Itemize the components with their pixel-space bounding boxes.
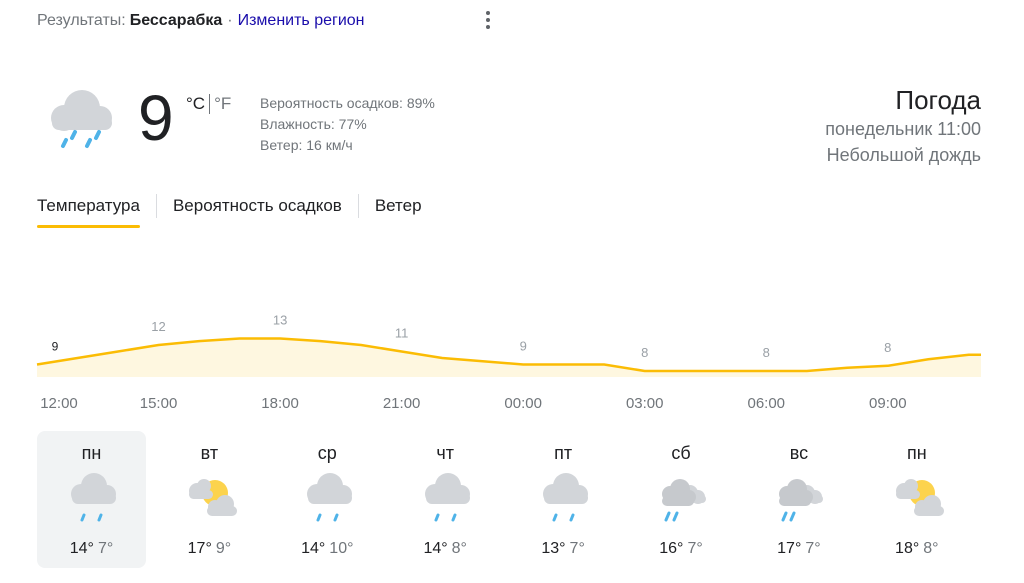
chart-data-label: 9 (520, 339, 527, 354)
results-line: Результаты: Бессарабка · Изменить регион (37, 12, 365, 30)
cloud-rain-icon (542, 473, 588, 522)
weather-details: Вероятность осадков: 89% Влажность: 77% … (260, 93, 435, 156)
hour-tick-label: 21:00 (382, 395, 421, 412)
day-high-temp: 17° (187, 540, 212, 557)
day-temps: 14° 8° (391, 539, 500, 559)
unit-divider (209, 94, 211, 114)
day-low-temp: 7° (569, 540, 585, 557)
day-card[interactable]: вс 17° 7° (744, 431, 853, 568)
clouds-rain-icon (661, 479, 706, 522)
hour-tick-label: 00:00 (504, 395, 542, 412)
day-high-temp: 13° (541, 540, 566, 557)
more-options-icon[interactable] (481, 8, 495, 32)
day-high-temp: 17° (777, 540, 802, 557)
cloud-rain-icon (51, 90, 112, 148)
day-card[interactable]: сб 16° 7° (627, 431, 736, 568)
day-high-temp: 14° (301, 540, 326, 557)
day-high-temp: 14° (69, 540, 94, 557)
day-name: пн (81, 443, 102, 463)
day-name: ср (317, 443, 337, 463)
cloud-rain-icon (424, 473, 470, 522)
results-label: Результаты: (37, 12, 126, 29)
day-card[interactable]: чт 14° 8° (391, 431, 500, 568)
day-high-temp: 16° (659, 540, 684, 557)
region-name: Бессарабка (129, 12, 223, 29)
weather-title: Погода (895, 85, 981, 115)
day-temps: 14° 7° (37, 539, 146, 559)
tab-wind[interactable]: Ветер (375, 196, 422, 228)
chart-data-label: 11 (395, 326, 409, 341)
day-temps: 13° 7° (509, 539, 618, 559)
sun-cloud-icon (188, 479, 237, 516)
day-name: вт (200, 443, 219, 463)
hour-tick-label: 06:00 (747, 395, 786, 412)
chart-data-label: 8 (884, 340, 891, 355)
day-high-temp: 18° (895, 540, 920, 557)
clouds-rain-icon (779, 479, 824, 522)
chart-data-label: 13 (273, 313, 287, 328)
change-region-link[interactable]: Изменить регион (238, 12, 365, 30)
day-card[interactable]: ср 14° 10° (273, 431, 382, 568)
chart-data-label: 9 (52, 340, 59, 354)
tab-precipitation[interactable]: Вероятность осадков (173, 196, 342, 228)
cloud-rain-icon (306, 473, 352, 522)
chart-data-label: 8 (641, 345, 648, 360)
unit-switch: °C °F (186, 94, 231, 114)
hour-tick-label: 12:00 (40, 395, 78, 412)
wind-text: Ветер: 16 км/ч (260, 137, 353, 153)
day-card[interactable]: пн 14° 7° (37, 431, 146, 568)
tab-divider (155, 194, 157, 218)
hour-tick-label: 03:00 (625, 395, 664, 412)
unit-celsius[interactable]: °C (186, 94, 205, 114)
sun-cloud-icon (896, 479, 945, 516)
hour-tick-label: 09:00 (869, 395, 907, 412)
day-name: сб (671, 443, 691, 463)
day-temps: 14° 10° (273, 539, 382, 559)
current-temperature: 9 (138, 82, 174, 154)
day-name: вс (789, 443, 809, 463)
hour-ticks: 12:00 15:00 18:00 21:00 00:00 03:00 06:00 09:00 (37, 395, 981, 415)
humidity-text: Влажность: 77% (260, 116, 367, 132)
separator: · (227, 12, 233, 29)
weather-condition: Небольшой дождь (826, 145, 981, 165)
day-low-temp: 8° (923, 540, 939, 557)
day-high-temp: 14° (423, 540, 448, 557)
weather-time: понедельник 11:00 (825, 119, 981, 139)
day-temps: 17° 7° (744, 539, 853, 559)
precipitation-text: Вероятность осадков: 89% (260, 95, 435, 111)
metric-tabs: Температура Вероятность осадков Ветер (37, 194, 422, 228)
day-low-temp: 7° (687, 540, 703, 557)
unit-fahrenheit[interactable]: °F (214, 94, 231, 114)
day-name: пт (554, 443, 573, 463)
daily-forecast: пн 14° 7° вт 17° 9° ср 14° 10° чт 14° 8° пт 13° 7° сб 16… (37, 431, 981, 571)
tab-divider (357, 194, 359, 218)
hour-tick-label: 18:00 (261, 395, 299, 412)
day-low-temp: 7° (805, 540, 821, 557)
day-temps: 16° 7° (627, 539, 736, 559)
cloud-rain-icon (71, 473, 116, 522)
chart-data-label: 12 (151, 319, 165, 334)
tab-temperature[interactable]: Температура (37, 196, 140, 228)
day-card[interactable]: вт 17° 9° (155, 431, 264, 568)
day-name: чт (436, 443, 454, 463)
chart-data-label: 8 (763, 345, 770, 360)
day-low-temp: 9° (215, 540, 232, 557)
day-card[interactable]: пн 18° 8° (862, 431, 971, 568)
day-low-temp: 10° (329, 540, 354, 557)
day-low-temp: 7° (97, 540, 114, 557)
temperature-chart: 9 12 13 11 9 8 8 8 (36, 313, 981, 377)
weather-summary: Погода понедельник 11:00 Небольшой дождь (825, 84, 981, 168)
hour-tick-label: 15:00 (139, 395, 178, 412)
day-name: пн (906, 443, 927, 463)
day-temps: 17° 9° (155, 539, 264, 559)
day-card[interactable]: пт 13° 7° (509, 431, 618, 568)
day-low-temp: 8° (451, 540, 467, 557)
day-temps: 18° 8° (862, 539, 971, 559)
